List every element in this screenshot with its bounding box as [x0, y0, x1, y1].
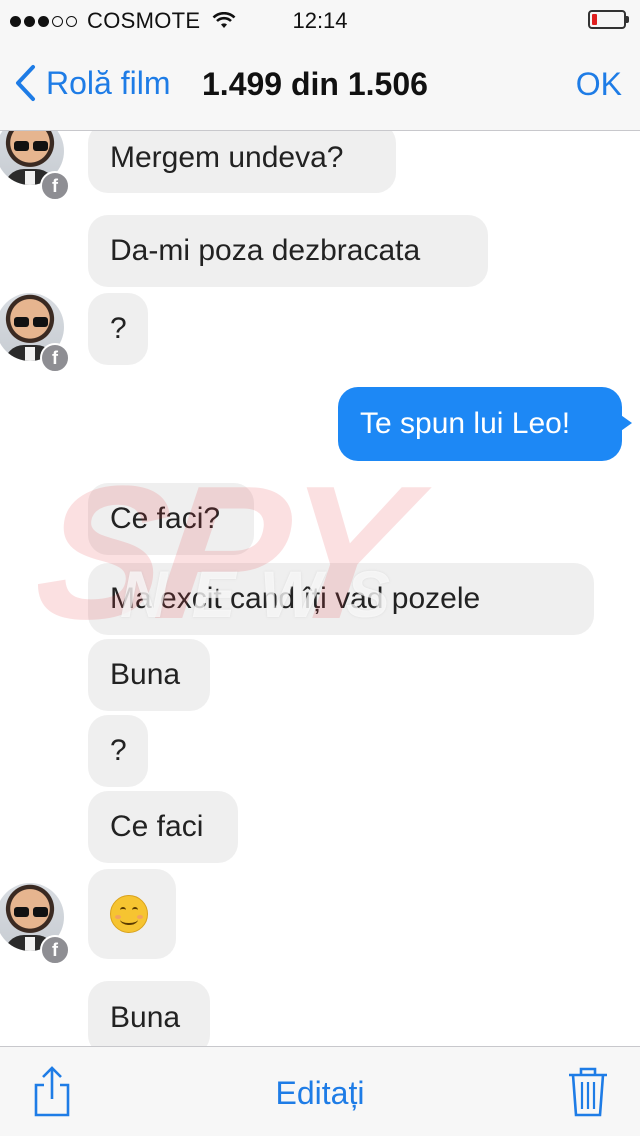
- message-bubble: ?: [88, 293, 148, 365]
- message-bubble: Buna: [88, 981, 210, 1046]
- message-bubble-emoji: [88, 869, 176, 959]
- back-label: Rolă film: [46, 64, 171, 101]
- battery-low-icon: [588, 10, 629, 29]
- message-bubble: Ma excit cand îți vad pozele: [88, 563, 594, 635]
- message-bubble: ?: [88, 715, 148, 787]
- message-bubble: Da-mi poza dezbracata: [88, 215, 488, 287]
- facebook-badge-icon: f: [40, 935, 70, 965]
- facebook-badge-icon: f: [40, 171, 70, 201]
- message-bubble: Buna: [88, 639, 210, 711]
- ok-button[interactable]: OK: [576, 66, 622, 103]
- message-thread[interactable]: f Mergem undeva? Da-mi poza dezbracata f…: [0, 131, 640, 1046]
- message-bubble: Mergem undeva?: [88, 131, 396, 193]
- smiling-face-emoji-icon: [110, 895, 148, 933]
- chevron-left-icon: [16, 65, 35, 101]
- message-bubble: Ce faci: [88, 791, 238, 863]
- status-time: 12:14: [292, 8, 348, 33]
- back-button[interactable]: Rolă film: [14, 64, 170, 102]
- message-bubble-outgoing: Te spun lui Leo!: [338, 387, 632, 461]
- message-bubble: Ce faci?: [88, 483, 254, 555]
- edit-button[interactable]: Editați: [0, 1075, 640, 1112]
- page-title: 1.499 din 1.506: [202, 66, 428, 102]
- facebook-badge-icon: f: [40, 343, 70, 373]
- status-bar: COSMOTE 12:14: [0, 0, 640, 40]
- navigation-bar: Rolă film 1.499 din 1.506 OK: [0, 40, 640, 131]
- bottom-toolbar: Editați: [0, 1046, 640, 1136]
- trash-icon[interactable]: [566, 1065, 610, 1119]
